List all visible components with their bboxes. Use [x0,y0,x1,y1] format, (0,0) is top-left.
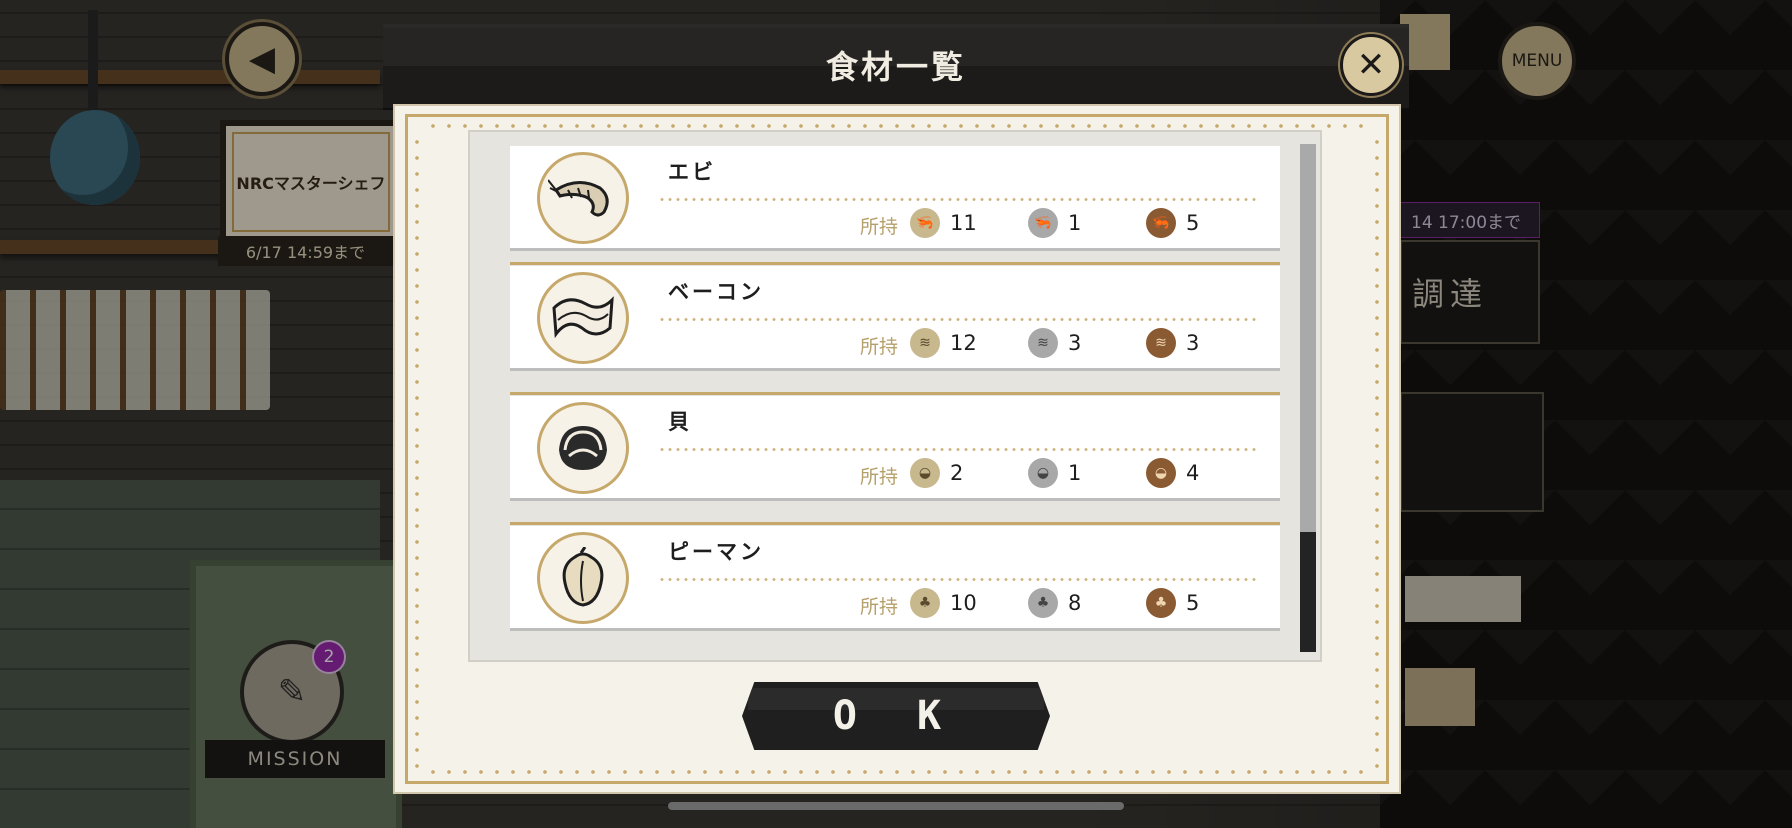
dialog-title: 食材一覧 [825,48,966,86]
qty-gold-value: 10 [950,591,977,615]
silver-clam-icon: ◒ [1028,458,1058,488]
separator [658,318,1260,321]
pepper-icon [537,532,629,624]
gold-pepper-icon: ♣ [910,588,940,618]
silver-bacon-icon: ≋ [1028,328,1058,358]
ok-button[interactable]: O K [742,682,1050,750]
list-item: エビ 所持 🦐 11 🦐 1 🦐 5 [510,146,1280,251]
qty-bronze: 🦐 5 [1146,208,1199,238]
bronze-pepper-icon: ♣ [1146,588,1176,618]
qty-gold-value: 12 [950,331,977,355]
qty-gold-value: 11 [950,211,977,235]
qty-silver-value: 1 [1068,211,1082,235]
dotted-border [1375,134,1379,768]
qty-gold: ♣ 10 [910,588,977,618]
item-name: エビ [668,160,716,184]
qty-silver-value: 8 [1068,591,1082,615]
dialog-header: 食材一覧 [383,24,1409,108]
bronze-bacon-icon: ≋ [1146,328,1176,358]
clam-icon [537,402,629,494]
gold-shrimp-icon: 🦐 [910,208,940,238]
gold-clam-icon: ◒ [910,458,940,488]
qty-gold: 🦐 11 [910,208,977,238]
qty-bronze-value: 4 [1186,461,1200,485]
item-name: ベーコン [668,280,764,304]
list-item: ベーコン 所持 ≋ 12 ≋ 3 ≋ 3 [510,262,1280,371]
bronze-shrimp-icon: 🦐 [1146,208,1176,238]
shrimp-icon [537,152,629,244]
qty-bronze: ≋ 3 [1146,328,1199,358]
owned-label: 所持 [860,216,899,238]
qty-bronze: ◒ 4 [1146,458,1199,488]
qty-bronze-value: 3 [1186,331,1200,355]
dotted-border [425,124,1369,128]
home-indicator[interactable] [668,802,1124,810]
qty-bronze-value: 5 [1186,591,1200,615]
list-item: 貝 所持 ◒ 2 ◒ 1 ◒ 4 [510,392,1280,501]
qty-silver: 🦐 1 [1028,208,1081,238]
qty-silver: ≋ 3 [1028,328,1081,358]
silver-pepper-icon: ♣ [1028,588,1058,618]
qty-silver-value: 3 [1068,331,1082,355]
item-name: ピーマン [668,540,764,564]
separator [658,198,1260,201]
separator [658,578,1260,581]
qty-silver: ◒ 1 [1028,458,1081,488]
qty-bronze-value: 5 [1186,211,1200,235]
bacon-icon [537,272,629,364]
list-item: ピーマン 所持 ♣ 10 ♣ 8 ♣ 5 [510,522,1280,631]
dotted-border [415,134,419,768]
dotted-border [425,770,1369,774]
qty-gold: ◒ 2 [910,458,963,488]
owned-label: 所持 [860,466,899,488]
separator [658,448,1260,451]
qty-gold: ≋ 12 [910,328,977,358]
gold-bacon-icon: ≋ [910,328,940,358]
bronze-clam-icon: ◒ [1146,458,1176,488]
qty-silver: ♣ 8 [1028,588,1081,618]
item-name: 貝 [668,410,692,434]
owned-label: 所持 [860,336,899,358]
scrollbar-thumb[interactable] [1300,532,1316,652]
silver-shrimp-icon: 🦐 [1028,208,1058,238]
qty-gold-value: 2 [950,461,964,485]
close-button[interactable]: ✕ [1340,34,1402,96]
close-icon: ✕ [1356,45,1386,85]
qty-bronze: ♣ 5 [1146,588,1199,618]
qty-silver-value: 1 [1068,461,1082,485]
owned-label: 所持 [860,596,899,618]
